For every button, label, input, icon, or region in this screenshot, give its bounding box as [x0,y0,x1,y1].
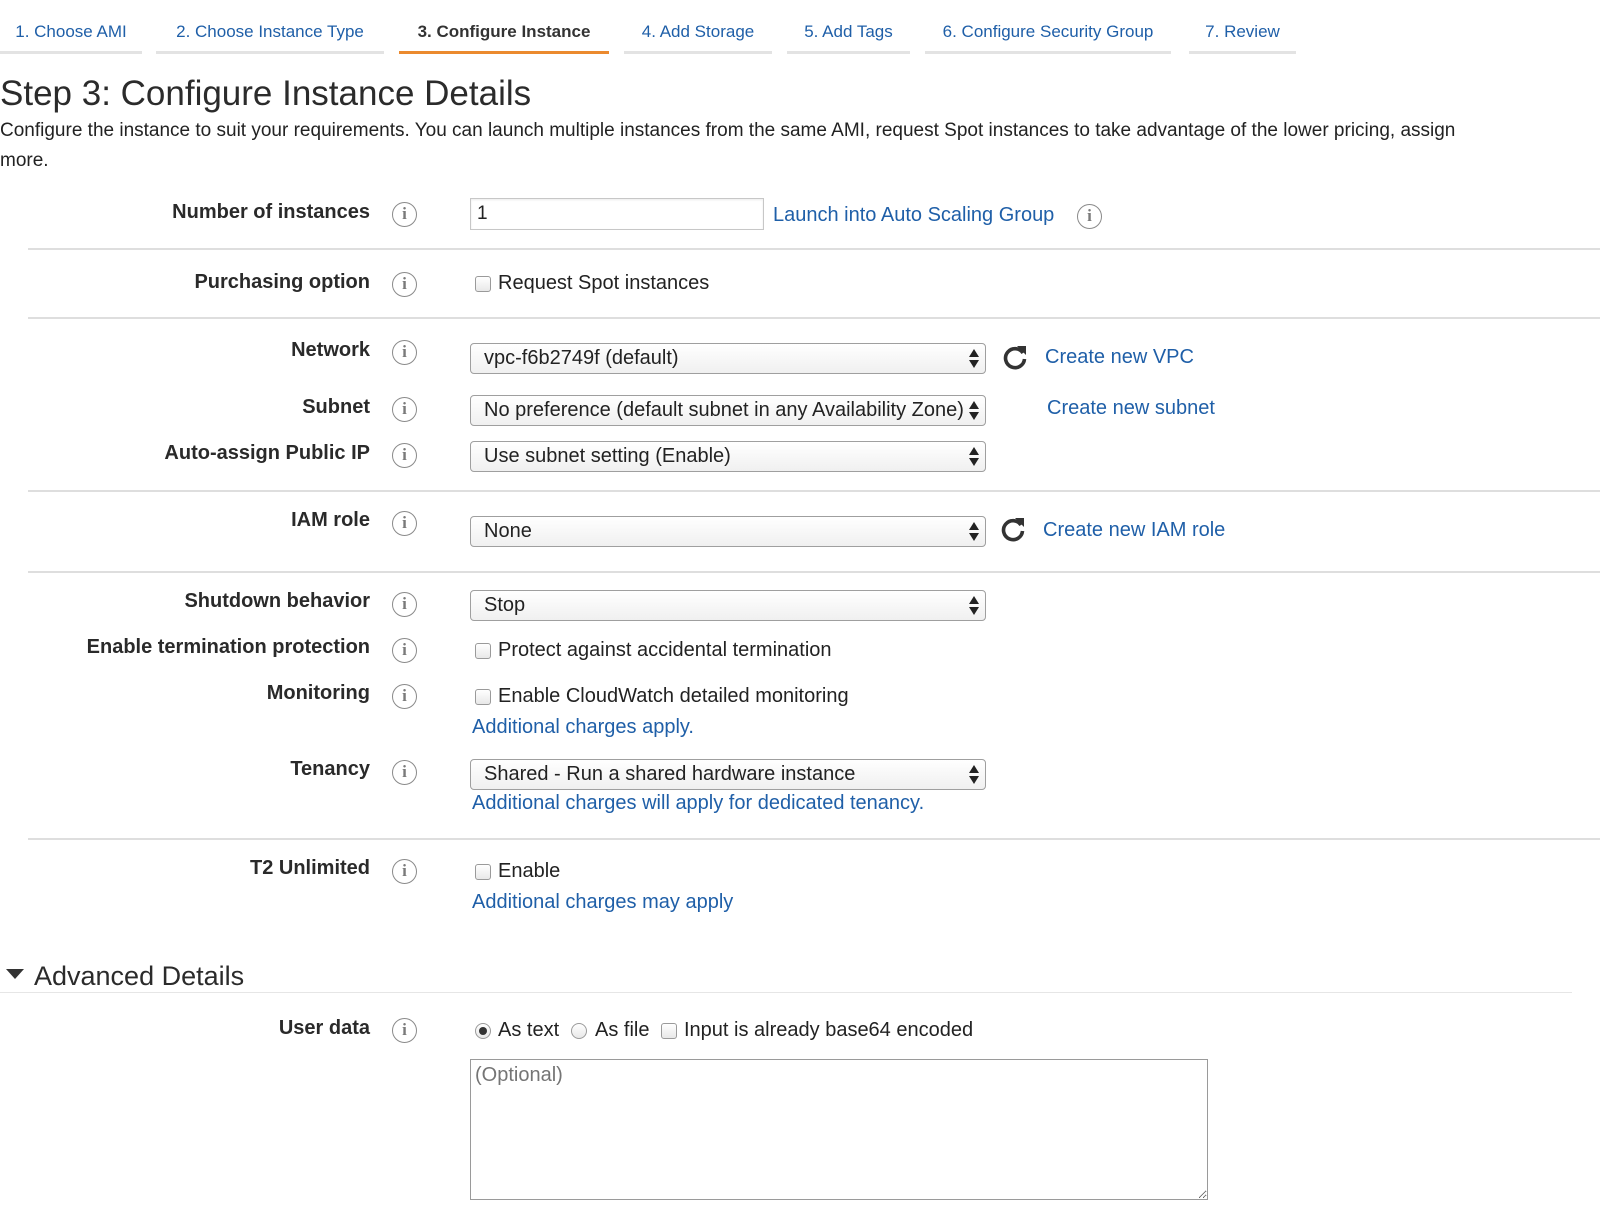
tab-configure-security-group[interactable]: 6. Configure Security Group [925,20,1171,54]
info-icon[interactable]: i [392,202,417,227]
page-description-line2: more. [0,150,49,171]
tenancy-charges-link[interactable]: Additional charges will apply for dedica… [472,792,924,815]
launch-auto-scaling-link[interactable]: Launch into Auto Scaling Group [773,204,1054,227]
user-data-textarea[interactable] [470,1059,1208,1200]
t2-unlimited-checkbox[interactable] [475,864,491,880]
select-arrows-icon [969,521,979,542]
network-select[interactable]: vpc-f6b2749f (default) [470,343,986,374]
info-icon[interactable]: i [392,592,417,617]
info-icon[interactable]: i [392,684,417,709]
divider [28,571,1600,573]
t2-unlimited-option-label: Enable [498,860,561,882]
select-arrows-icon [969,764,979,785]
auto-assign-public-ip-label: Auto-assign Public IP [164,442,370,464]
number-of-instances-label: Number of instances [172,201,370,223]
auto-assign-public-ip-select[interactable]: Use subnet setting (Enable) [470,441,986,472]
base64-encoded-label: Input is already base64 encoded [684,1019,974,1041]
subnet-select[interactable]: No preference (default subnet in any Ava… [470,395,986,426]
info-icon[interactable]: i [1077,204,1102,229]
divider [28,317,1600,319]
request-spot-checkbox[interactable] [475,276,491,292]
tenancy-label: Tenancy [290,758,370,780]
create-new-vpc-link[interactable]: Create new VPC [1045,346,1194,369]
monitoring-checkbox[interactable] [475,689,491,705]
shutdown-behavior-label: Shutdown behavior [184,590,370,612]
network-select-value: vpc-f6b2749f (default) [484,347,679,369]
info-icon[interactable]: i [392,340,417,365]
advanced-details-heading[interactable]: Advanced Details [34,961,244,992]
base64-encoded-checkbox[interactable] [661,1023,677,1039]
divider [28,490,1600,492]
user-data-as-text-label: As text [498,1019,560,1041]
info-icon[interactable]: i [392,511,417,536]
subnet-label: Subnet [302,396,370,418]
user-data-as-text-radio[interactable] [475,1023,491,1039]
page-description-line1: Configure the instance to suit your requ… [0,120,1456,141]
create-new-subnet-link[interactable]: Create new subnet [1047,397,1215,420]
divider [28,248,1600,250]
tab-choose-ami[interactable]: 1. Choose AMI [0,20,142,54]
iam-role-select-value: None [484,520,532,542]
monitoring-label: Monitoring [266,682,370,704]
info-icon[interactable]: i [392,638,417,663]
refresh-icon[interactable] [999,515,1027,543]
monitoring-option-label: Enable CloudWatch detailed monitoring [498,685,849,707]
page-description: Configure the instance to suit your requ… [0,116,1600,176]
tab-review[interactable]: 7. Review [1189,20,1296,54]
shutdown-behavior-select[interactable]: Stop [470,590,986,621]
refresh-icon[interactable] [1001,343,1029,371]
create-new-iam-role-link[interactable]: Create new IAM role [1043,519,1225,542]
select-arrows-icon [969,446,979,467]
info-icon[interactable]: i [392,760,417,785]
auto-assign-public-ip-value: Use subnet setting (Enable) [484,445,731,467]
tab-add-storage[interactable]: 4. Add Storage [624,20,772,54]
request-spot-label: Request Spot instances [498,272,710,294]
info-icon[interactable]: i [392,859,417,884]
purchasing-option-label: Purchasing option [194,271,370,293]
select-arrows-icon [969,400,979,421]
number-of-instances-input[interactable] [470,198,764,230]
info-icon[interactable]: i [392,397,417,422]
tab-add-tags[interactable]: 5. Add Tags [787,20,910,54]
select-arrows-icon [969,595,979,616]
divider [28,838,1600,840]
tenancy-select[interactable]: Shared - Run a shared hardware instance [470,759,986,790]
user-data-as-file-label: As file [595,1019,650,1041]
subnet-select-value: No preference (default subnet in any Ava… [484,399,964,421]
tab-configure-instance[interactable]: 3. Configure Instance [399,20,609,54]
info-icon[interactable]: i [392,443,417,468]
termination-protection-label: Enable termination protection [86,636,370,658]
t2-unlimited-label: T2 Unlimited [249,857,370,879]
shutdown-behavior-value: Stop [484,594,526,616]
network-label: Network [291,339,370,361]
wizard-tabs: 1. Choose AMI 2. Choose Instance Type 3.… [0,0,1600,56]
iam-role-label: IAM role [291,509,370,531]
monitoring-charges-link[interactable]: Additional charges apply. [472,716,694,739]
caret-down-icon[interactable] [6,969,24,979]
select-arrows-icon [969,348,979,369]
t2-charges-link[interactable]: Additional charges may apply [472,891,733,914]
info-icon[interactable]: i [392,272,417,297]
divider [0,992,1572,993]
iam-role-select[interactable]: None [470,516,986,547]
page-title: Step 3: Configure Instance Details [0,74,532,113]
termination-protection-option-label: Protect against accidental termination [498,639,832,661]
termination-protection-checkbox[interactable] [475,643,491,659]
tab-choose-instance-type[interactable]: 2. Choose Instance Type [156,20,384,54]
tenancy-select-value: Shared - Run a shared hardware instance [484,763,856,785]
user-data-label: User data [278,1017,370,1039]
info-icon[interactable]: i [392,1018,417,1043]
user-data-as-file-radio[interactable] [571,1023,587,1039]
